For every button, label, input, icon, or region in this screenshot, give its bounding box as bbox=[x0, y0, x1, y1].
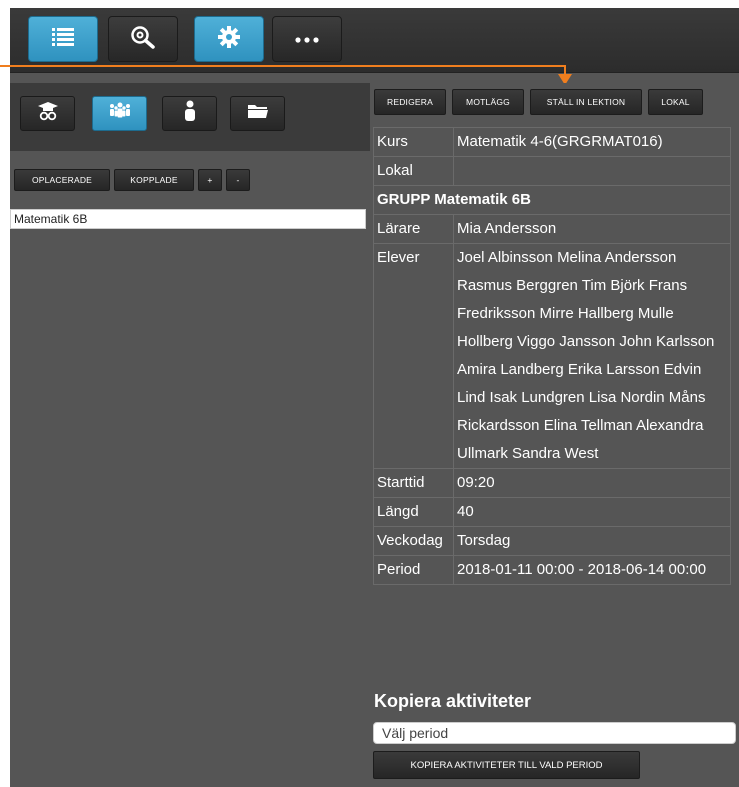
table-row: Längd 40 bbox=[373, 497, 731, 527]
tab-files[interactable] bbox=[230, 96, 285, 131]
tab-teachers[interactable] bbox=[20, 96, 75, 131]
zoom-search-icon bbox=[130, 25, 156, 54]
unplaced-button[interactable]: OPLACERADE bbox=[14, 169, 110, 191]
list-view-button[interactable] bbox=[28, 16, 98, 62]
left-tab-bar bbox=[10, 83, 370, 151]
table-row: Starttid 09:20 bbox=[373, 468, 731, 498]
edit-button[interactable]: REDIGERA bbox=[374, 89, 446, 115]
zoom-button[interactable] bbox=[108, 16, 178, 62]
table-row: Period 2018-01-11 00:00 - 2018-06-14 00:… bbox=[373, 555, 731, 585]
annotation-arrow-line bbox=[0, 65, 566, 67]
length-label: Längd bbox=[373, 497, 454, 527]
course-label: Kurs bbox=[373, 127, 454, 157]
more-button[interactable] bbox=[272, 16, 342, 62]
table-row: Elever Joel Albinsson Melina Andersson R… bbox=[373, 243, 731, 469]
tab-groups[interactable] bbox=[92, 96, 147, 131]
weekday-label: Veckodag bbox=[373, 526, 454, 556]
table-row: Veckodag Torsdag bbox=[373, 526, 731, 556]
linked-button[interactable]: KOPPLADE bbox=[114, 169, 194, 191]
students-label: Elever bbox=[373, 243, 454, 469]
room-label: Lokal bbox=[373, 156, 454, 186]
list-icon bbox=[52, 27, 74, 52]
top-toolbar bbox=[10, 8, 739, 73]
length-value: 40 bbox=[453, 497, 731, 527]
group-header: GRUPP Matematik 6B bbox=[373, 185, 731, 215]
weekday-value: Torsdag bbox=[453, 526, 731, 556]
table-row: Lokal bbox=[373, 156, 731, 186]
period-label: Period bbox=[373, 555, 454, 585]
gear-icon bbox=[218, 25, 240, 53]
add-button[interactable]: + bbox=[198, 169, 222, 191]
period-select[interactable]: Välj period bbox=[373, 722, 736, 744]
counter-button[interactable]: MOTLÄGG bbox=[452, 89, 524, 115]
person-icon bbox=[184, 100, 196, 127]
left-panel: OPLACERADE KOPPLADE + - Matematik 6B bbox=[10, 83, 370, 787]
remove-button[interactable]: - bbox=[226, 169, 250, 191]
folder-icon bbox=[247, 103, 269, 124]
teacher-value: Mia Andersson bbox=[453, 214, 731, 244]
room-button[interactable]: LOKAL bbox=[648, 89, 703, 115]
list-item[interactable]: Matematik 6B bbox=[10, 209, 366, 229]
teacher-label: Lärare bbox=[373, 214, 454, 244]
copy-activities-button[interactable]: KOPIERA AKTIVITETER TILL VALD PERIOD bbox=[373, 751, 640, 779]
period-value: 2018-01-11 00:00 - 2018-06-14 00:00 bbox=[453, 555, 731, 585]
start-label: Starttid bbox=[373, 468, 454, 498]
set-in-lesson-button[interactable]: STÄLL IN LEKTION bbox=[530, 89, 642, 115]
teacher-icon bbox=[37, 101, 59, 126]
room-value bbox=[453, 156, 731, 186]
right-panel: REDIGERA MOTLÄGG STÄLL IN LEKTION LOKAL … bbox=[370, 83, 739, 787]
course-value: Matematik 4-6(GRGRMAT016) bbox=[453, 127, 731, 157]
start-value: 09:20 bbox=[453, 468, 731, 498]
more-dots-icon bbox=[295, 30, 319, 48]
group-icon bbox=[108, 102, 132, 125]
table-row: Lärare Mia Andersson bbox=[373, 214, 731, 244]
app-frame: OPLACERADE KOPPLADE + - Matematik 6B RED… bbox=[0, 8, 739, 787]
copy-activities-title: Kopiera aktiviteter bbox=[374, 691, 532, 711]
tab-students[interactable] bbox=[162, 96, 217, 131]
table-row: GRUPP Matematik 6B bbox=[373, 185, 731, 215]
students-value: Joel Albinsson Melina Andersson Rasmus B… bbox=[453, 243, 731, 469]
activity-info-table: Kurs Matematik 4-6(GRGRMAT016) Lokal GRU… bbox=[373, 127, 731, 585]
table-row: Kurs Matematik 4-6(GRGRMAT016) bbox=[373, 127, 731, 157]
settings-button[interactable] bbox=[194, 16, 264, 62]
